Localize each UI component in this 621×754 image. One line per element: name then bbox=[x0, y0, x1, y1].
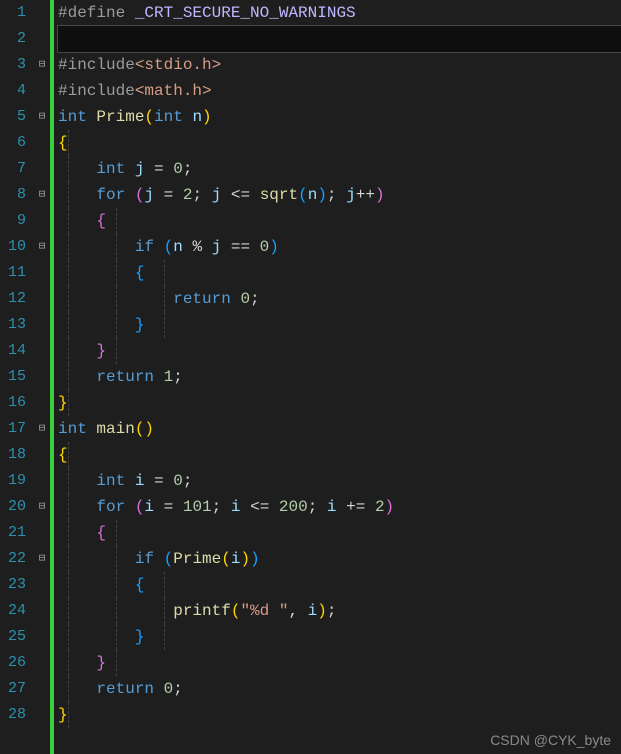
fold-marker[interactable]: ⊟ bbox=[34, 182, 50, 208]
line-number: 8 bbox=[0, 182, 26, 208]
fold-marker[interactable]: ⊟ bbox=[34, 494, 50, 520]
code-line[interactable]: } bbox=[58, 390, 621, 416]
code-line[interactable]: #include<math.h> bbox=[58, 78, 621, 104]
fold-marker[interactable] bbox=[34, 260, 50, 286]
fold-marker[interactable] bbox=[34, 598, 50, 624]
code-line[interactable]: int i = 0; bbox=[58, 468, 621, 494]
line-number: 14 bbox=[0, 338, 26, 364]
code-line[interactable]: int Prime(int n) bbox=[58, 104, 621, 130]
code-line[interactable]: { bbox=[58, 130, 621, 156]
fold-marker[interactable] bbox=[34, 130, 50, 156]
code-editor[interactable]: 1 2 3 4 5 6 7 8 9 10 11 12 13 14 15 16 1… bbox=[0, 0, 621, 754]
fold-marker[interactable] bbox=[34, 572, 50, 598]
line-number: 21 bbox=[0, 520, 26, 546]
code-line[interactable]: { bbox=[58, 208, 621, 234]
code-line[interactable]: if (Prime(i)) bbox=[58, 546, 621, 572]
line-number: 10 bbox=[0, 234, 26, 260]
fold-marker[interactable] bbox=[34, 26, 50, 52]
fold-marker[interactable]: ⊟ bbox=[34, 546, 50, 572]
line-number: 3 bbox=[0, 52, 26, 78]
line-number: 19 bbox=[0, 468, 26, 494]
line-number: 11 bbox=[0, 260, 26, 286]
fold-marker[interactable] bbox=[34, 78, 50, 104]
line-number: 13 bbox=[0, 312, 26, 338]
code-line[interactable]: } bbox=[58, 312, 621, 338]
code-line[interactable]: #include<stdio.h> bbox=[58, 52, 621, 78]
code-line[interactable]: int j = 0; bbox=[58, 156, 621, 182]
fold-marker[interactable] bbox=[34, 338, 50, 364]
line-number: 1 bbox=[0, 0, 26, 26]
code-line[interactable]: #define _CRT_SECURE_NO_WARNINGS bbox=[58, 0, 621, 26]
line-number-gutter: 1 2 3 4 5 6 7 8 9 10 11 12 13 14 15 16 1… bbox=[0, 0, 34, 754]
line-number: 22 bbox=[0, 546, 26, 572]
line-number: 25 bbox=[0, 624, 26, 650]
fold-marker[interactable] bbox=[34, 520, 50, 546]
code-area[interactable]: #define _CRT_SECURE_NO_WARNINGS #include… bbox=[56, 0, 621, 754]
line-number: 27 bbox=[0, 676, 26, 702]
code-line[interactable]: int main() bbox=[58, 416, 621, 442]
code-line[interactable]: for (i = 101; i <= 200; i += 2) bbox=[58, 494, 621, 520]
line-number: 12 bbox=[0, 286, 26, 312]
fold-marker[interactable] bbox=[34, 364, 50, 390]
code-line[interactable]: } bbox=[58, 650, 621, 676]
code-line[interactable]: { bbox=[58, 572, 621, 598]
line-number: 17 bbox=[0, 416, 26, 442]
line-number: 18 bbox=[0, 442, 26, 468]
code-line[interactable] bbox=[58, 26, 621, 52]
fold-marker[interactable] bbox=[34, 286, 50, 312]
fold-marker[interactable] bbox=[34, 442, 50, 468]
line-number: 23 bbox=[0, 572, 26, 598]
line-number: 4 bbox=[0, 78, 26, 104]
fold-margin: ⊟ ⊟ ⊟ ⊟ ⊟ ⊟ ⊟ bbox=[34, 0, 54, 754]
fold-marker[interactable] bbox=[34, 312, 50, 338]
fold-marker[interactable] bbox=[34, 702, 50, 728]
fold-marker[interactable] bbox=[34, 650, 50, 676]
watermark: CSDN @CYK_byte bbox=[490, 732, 611, 748]
fold-marker[interactable]: ⊟ bbox=[34, 416, 50, 442]
line-number: 9 bbox=[0, 208, 26, 234]
line-number: 5 bbox=[0, 104, 26, 130]
code-line[interactable]: return 0; bbox=[58, 676, 621, 702]
code-line[interactable]: if (n % j == 0) bbox=[58, 234, 621, 260]
fold-marker[interactable]: ⊟ bbox=[34, 234, 50, 260]
line-number: 26 bbox=[0, 650, 26, 676]
line-number: 7 bbox=[0, 156, 26, 182]
code-line[interactable]: return 0; bbox=[58, 286, 621, 312]
fold-marker[interactable] bbox=[34, 624, 50, 650]
line-number: 15 bbox=[0, 364, 26, 390]
code-line[interactable]: { bbox=[58, 442, 621, 468]
fold-marker[interactable] bbox=[34, 468, 50, 494]
fold-marker[interactable] bbox=[34, 676, 50, 702]
code-line[interactable]: } bbox=[58, 338, 621, 364]
line-number: 28 bbox=[0, 702, 26, 728]
line-number: 2 bbox=[0, 26, 26, 52]
code-line[interactable]: { bbox=[58, 260, 621, 286]
code-line[interactable]: for (j = 2; j <= sqrt(n); j++) bbox=[58, 182, 621, 208]
code-line[interactable]: printf("%d ", i); bbox=[58, 598, 621, 624]
fold-marker[interactable] bbox=[34, 208, 50, 234]
code-line[interactable]: return 1; bbox=[58, 364, 621, 390]
fold-marker[interactable] bbox=[34, 390, 50, 416]
fold-marker[interactable]: ⊟ bbox=[34, 52, 50, 78]
code-line[interactable]: { bbox=[58, 520, 621, 546]
code-line[interactable]: } bbox=[58, 624, 621, 650]
fold-marker[interactable] bbox=[34, 156, 50, 182]
line-number: 6 bbox=[0, 130, 26, 156]
code-line[interactable]: } bbox=[58, 702, 621, 728]
fold-marker[interactable]: ⊟ bbox=[34, 104, 50, 130]
fold-marker[interactable] bbox=[34, 0, 50, 26]
line-number: 24 bbox=[0, 598, 26, 624]
line-number: 16 bbox=[0, 390, 26, 416]
line-number: 20 bbox=[0, 494, 26, 520]
